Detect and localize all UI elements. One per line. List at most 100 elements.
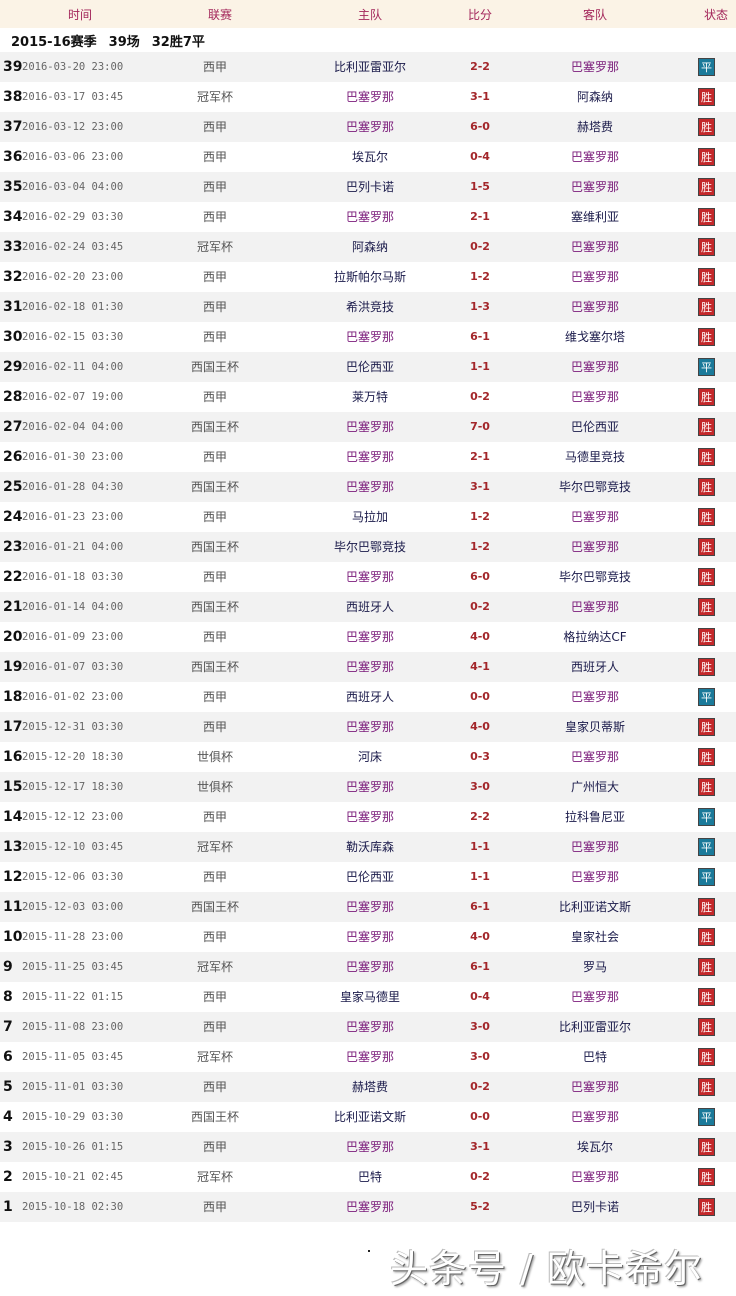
home-team[interactable]: 巴塞罗那: [300, 922, 440, 952]
home-team[interactable]: 巴塞罗那: [300, 1012, 440, 1042]
result-badge: 胜: [698, 1048, 715, 1066]
home-team[interactable]: 巴塞罗那: [300, 622, 440, 652]
table-row: 24 2016-01-23 23:00 西甲 马拉加 1-2 巴塞罗那 胜: [0, 502, 736, 532]
away-team[interactable]: 巴塞罗那: [520, 142, 670, 172]
match-number: 38: [3, 89, 23, 105]
home-team[interactable]: 巴塞罗那: [300, 802, 440, 832]
home-team[interactable]: 西班牙人: [300, 592, 440, 622]
score: 1-2: [470, 540, 490, 553]
home-team[interactable]: 比利亚诺文斯: [300, 1102, 440, 1132]
home-team[interactable]: 巴塞罗那: [300, 202, 440, 232]
home-team[interactable]: 赫塔费: [300, 1072, 440, 1102]
home-team[interactable]: 河床: [300, 742, 440, 772]
home-team[interactable]: 巴塞罗那: [300, 772, 440, 802]
result-badge: 胜: [698, 148, 715, 166]
home-team[interactable]: 巴塞罗那: [300, 82, 440, 112]
home-team[interactable]: 莱万特: [300, 382, 440, 412]
away-team[interactable]: 巴塞罗那: [520, 982, 670, 1012]
away-team[interactable]: 巴塞罗那: [520, 682, 670, 712]
home-team[interactable]: 巴塞罗那: [300, 1042, 440, 1072]
home-team[interactable]: 巴塞罗那: [300, 412, 440, 442]
home-team[interactable]: 比利亚雷亚尔: [300, 52, 440, 82]
home-team[interactable]: 希洪竞技: [300, 292, 440, 322]
away-team[interactable]: 塞维利亚: [520, 202, 670, 232]
match-number: 3: [3, 1139, 13, 1155]
score: 0-4: [470, 990, 490, 1003]
away-team[interactable]: 巴塞罗那: [520, 592, 670, 622]
league: 西国王杯: [190, 360, 239, 374]
home-team[interactable]: 巴塞罗那: [300, 1192, 440, 1222]
home-team[interactable]: 皇家马德里: [300, 982, 440, 1012]
away-team[interactable]: 巴塞罗那: [520, 172, 670, 202]
league: 西甲: [202, 330, 227, 344]
away-team[interactable]: 埃瓦尔: [520, 1132, 670, 1162]
away-team[interactable]: 巴塞罗那: [520, 262, 670, 292]
league: 西甲: [202, 60, 227, 74]
home-team[interactable]: 马拉加: [300, 502, 440, 532]
home-team[interactable]: 阿森纳: [300, 232, 440, 262]
away-team[interactable]: 巴塞罗那: [520, 502, 670, 532]
home-team[interactable]: 拉斯帕尔马斯: [300, 262, 440, 292]
home-team[interactable]: 巴塞罗那: [300, 562, 440, 592]
match-time: 2015-11-28 23:00: [22, 931, 124, 943]
away-team[interactable]: 毕尔巴鄂竞技: [520, 562, 670, 592]
away-team[interactable]: 巴塞罗那: [520, 352, 670, 382]
home-team[interactable]: 巴塞罗那: [300, 322, 440, 352]
home-team[interactable]: 埃瓦尔: [300, 142, 440, 172]
away-team[interactable]: 巴伦西亚: [520, 412, 670, 442]
away-team[interactable]: 巴特: [520, 1042, 670, 1072]
away-team[interactable]: 巴塞罗那: [520, 52, 670, 82]
away-team[interactable]: 巴塞罗那: [520, 1072, 670, 1102]
home-team[interactable]: 毕尔巴鄂竞技: [300, 532, 440, 562]
away-team[interactable]: 巴塞罗那: [520, 742, 670, 772]
home-team[interactable]: 巴塞罗那: [300, 442, 440, 472]
result-badge: 平: [698, 838, 715, 856]
table-row: 28 2016-02-07 19:00 西甲 莱万特 0-2 巴塞罗那 胜: [0, 382, 736, 412]
result-badge: 胜: [698, 88, 715, 106]
away-team[interactable]: 阿森纳: [520, 82, 670, 112]
table-row: 9 2015-11-25 03:45 冠军杯 巴塞罗那 6-1 罗马 胜: [0, 952, 736, 982]
home-team[interactable]: 勒沃库森: [300, 832, 440, 862]
away-team[interactable]: 巴塞罗那: [520, 832, 670, 862]
home-team[interactable]: 巴塞罗那: [300, 1132, 440, 1162]
table-row: 13 2015-12-10 03:45 冠军杯 勒沃库森 1-1 巴塞罗那 平: [0, 832, 736, 862]
result-badge: 胜: [698, 598, 715, 616]
away-team[interactable]: 巴塞罗那: [520, 1162, 670, 1192]
away-team[interactable]: 比利亚雷亚尔: [520, 1012, 670, 1042]
away-team[interactable]: 赫塔费: [520, 112, 670, 142]
away-team[interactable]: 罗马: [520, 952, 670, 982]
away-team[interactable]: 巴列卡诺: [520, 1192, 670, 1222]
away-team[interactable]: 维戈塞尔塔: [520, 322, 670, 352]
home-team[interactable]: 巴塞罗那: [300, 472, 440, 502]
away-team[interactable]: 巴塞罗那: [520, 292, 670, 322]
home-team[interactable]: 巴塞罗那: [300, 112, 440, 142]
home-team[interactable]: 巴伦西亚: [300, 352, 440, 382]
away-team[interactable]: 皇家社会: [520, 922, 670, 952]
home-team[interactable]: 巴列卡诺: [300, 172, 440, 202]
home-team[interactable]: 巴伦西亚: [300, 862, 440, 892]
away-team[interactable]: 巴塞罗那: [520, 1102, 670, 1132]
match-number: 26: [3, 449, 23, 465]
away-team[interactable]: 格拉纳达CF: [520, 622, 670, 652]
away-team[interactable]: 巴塞罗那: [520, 532, 670, 562]
away-team[interactable]: 皇家贝蒂斯: [520, 712, 670, 742]
home-team[interactable]: 巴塞罗那: [300, 952, 440, 982]
away-team[interactable]: 巴塞罗那: [520, 232, 670, 262]
away-team[interactable]: 广州恒大: [520, 772, 670, 802]
home-team[interactable]: 巴特: [300, 1162, 440, 1192]
table-row: 15 2015-12-17 18:30 世俱杯 巴塞罗那 3-0 广州恒大 胜: [0, 772, 736, 802]
match-number: 4: [3, 1109, 13, 1125]
away-team[interactable]: 巴塞罗那: [520, 382, 670, 412]
match-time: 2016-01-09 23:00: [22, 631, 124, 643]
away-team[interactable]: 毕尔巴鄂竞技: [520, 472, 670, 502]
away-team[interactable]: 马德里竞技: [520, 442, 670, 472]
home-team[interactable]: 西班牙人: [300, 682, 440, 712]
away-team[interactable]: 巴塞罗那: [520, 862, 670, 892]
league: 冠军杯: [196, 960, 233, 974]
away-team[interactable]: 拉科鲁尼亚: [520, 802, 670, 832]
away-team[interactable]: 西班牙人: [520, 652, 670, 682]
home-team[interactable]: 巴塞罗那: [300, 892, 440, 922]
away-team[interactable]: 比利亚诺文斯: [520, 892, 670, 922]
home-team[interactable]: 巴塞罗那: [300, 712, 440, 742]
home-team[interactable]: 巴塞罗那: [300, 652, 440, 682]
